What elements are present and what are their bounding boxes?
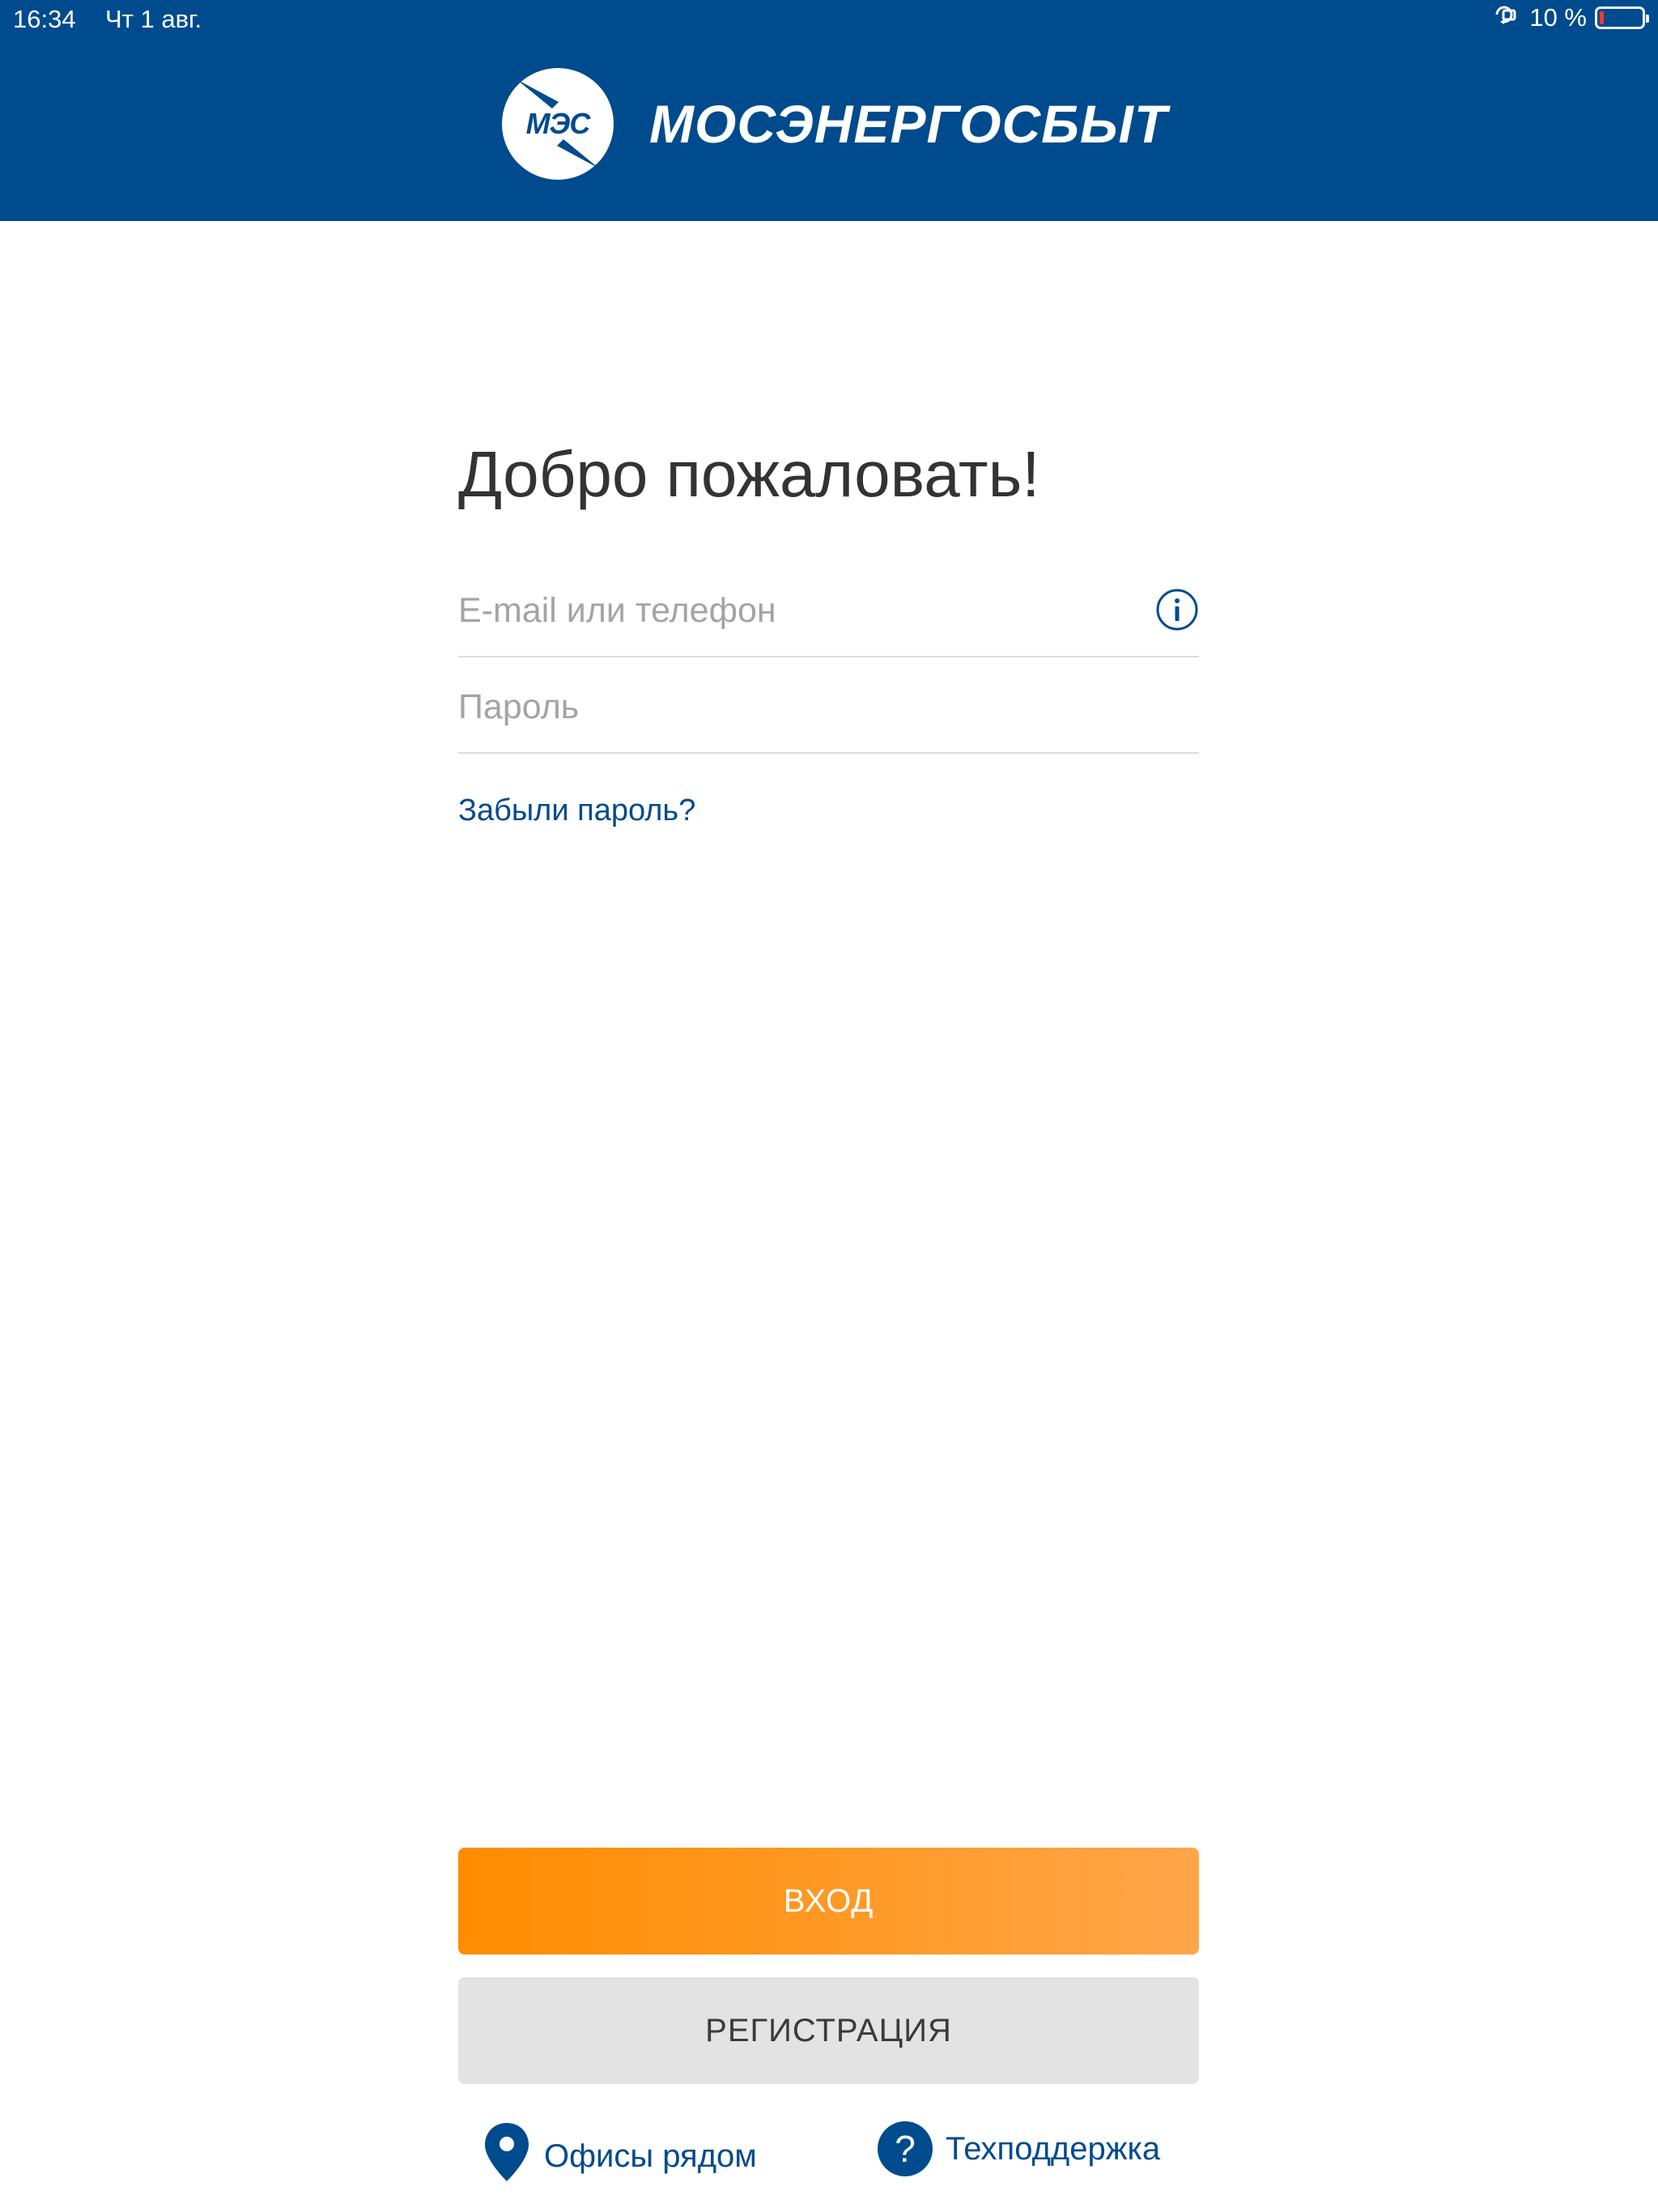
support-link[interactable]: ? Техподдержка xyxy=(878,2121,1160,2176)
battery-level xyxy=(1600,11,1604,24)
rotation-lock-icon xyxy=(1492,3,1521,32)
status-date: Чт 1 авг. xyxy=(105,5,202,33)
email-input[interactable] xyxy=(458,586,1122,635)
brand: МЭС МОСЭНЕРГОСБЫТ xyxy=(502,66,1167,181)
password-input[interactable] xyxy=(458,683,1122,731)
battery-percent: 10 % xyxy=(1529,3,1587,32)
login-button[interactable]: ВХОД xyxy=(458,1848,1199,1955)
mes-logo: МЭС xyxy=(502,68,614,180)
password-field[interactable] xyxy=(458,658,1199,754)
app-header: 16:34 Чт 1 авг. 10 % МЭС МОСЭНЕРГОСБЫТ xyxy=(0,0,1658,221)
welcome-title: Добро пожаловать! xyxy=(458,438,1040,510)
status-time: 16:34 xyxy=(13,5,76,33)
support-label: Техподдержка xyxy=(946,2130,1161,2167)
register-button[interactable]: РЕГИСТРАЦИЯ xyxy=(458,1977,1199,2084)
question-icon: ? xyxy=(878,2121,933,2176)
battery-icon xyxy=(1595,6,1649,29)
offices-nearby-link[interactable]: Офисы рядом xyxy=(483,2121,757,2191)
location-pin-icon xyxy=(483,2121,531,2191)
forgot-password-link[interactable]: Забыли пароль? xyxy=(458,793,695,828)
info-icon[interactable] xyxy=(1155,588,1199,632)
status-indicators: 10 % xyxy=(1492,3,1649,32)
status-bar: 16:34 Чт 1 авг. 10 % xyxy=(0,0,1658,39)
brand-name: МОСЭНЕРГОСБЫТ xyxy=(649,94,1168,154)
logo-text: МЭС xyxy=(525,107,591,140)
email-field[interactable] xyxy=(458,562,1199,657)
login-screen: 16:34 Чт 1 авг. 10 % МЭС МОСЭНЕРГОСБЫТ Д… xyxy=(0,0,1658,2212)
offices-nearby-label: Офисы рядом xyxy=(544,2138,757,2174)
